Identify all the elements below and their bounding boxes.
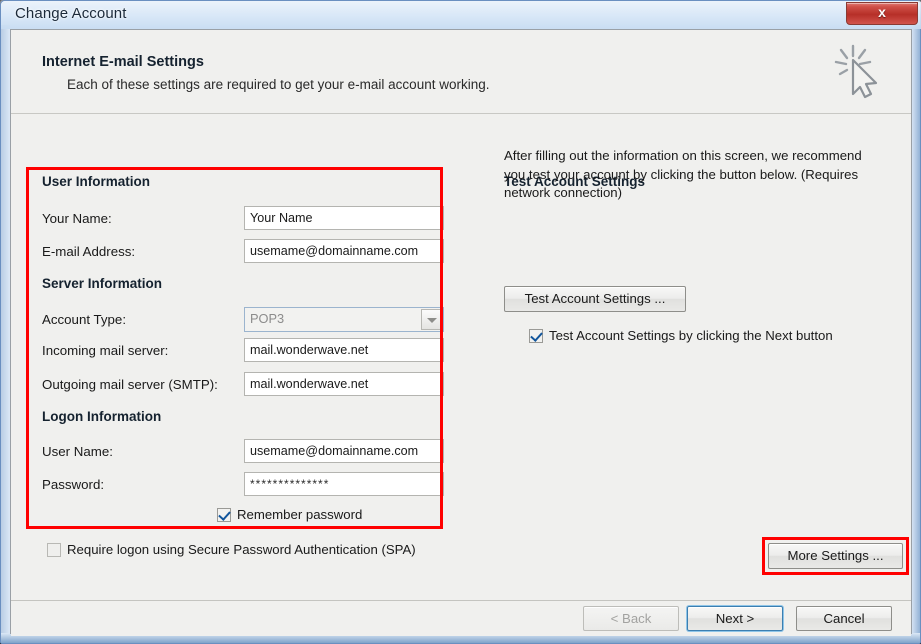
dialog-footer: < Back Next > Cancel [11, 600, 911, 636]
dialog-client-area: Internet E-mail Settings Each of these s… [10, 29, 912, 636]
close-icon: x [878, 4, 886, 20]
label-password: Password: [42, 477, 105, 492]
user-name-input[interactable] [244, 439, 444, 463]
account-type-select[interactable]: POP3 [244, 307, 444, 332]
label-account-type: Account Type: [42, 312, 127, 327]
email-address-input[interactable] [244, 239, 444, 263]
dialog-body: User Information Your Name: E-mail Addre… [11, 115, 911, 600]
change-account-dialog: Change Account x Internet E-mail Setting… [0, 0, 921, 644]
label-email-address: E-mail Address: [42, 244, 136, 259]
group-heading-user-information: User Information [42, 174, 151, 189]
back-button[interactable]: < Back [583, 606, 679, 631]
password-input[interactable] [244, 472, 444, 496]
test-account-settings-button[interactable]: Test Account Settings ... [504, 286, 686, 312]
label-your-name: Your Name: [42, 211, 112, 226]
dialog-header: Internet E-mail Settings Each of these s… [11, 30, 911, 114]
cursor-click-icon [834, 44, 878, 99]
page-subtitle: Each of these settings are required to g… [67, 77, 490, 92]
group-heading-server-information: Server Information [42, 276, 163, 291]
label-user-name: User Name: [42, 444, 113, 459]
window-title: Change Account [15, 5, 127, 22]
incoming-mail-server-input[interactable] [244, 338, 444, 362]
group-heading-logon-information: Logon Information [42, 409, 162, 424]
remember-password-checkbox[interactable] [217, 508, 231, 522]
chevron-down-icon[interactable] [421, 309, 442, 330]
label-outgoing-mail-server: Outgoing mail server (SMTP): [42, 377, 218, 392]
test-account-description: After filling out the information on thi… [504, 148, 862, 200]
next-button[interactable]: Next > [687, 606, 783, 631]
remember-password-label: Remember password [237, 507, 363, 522]
spa-label: Require logon using Secure Password Auth… [67, 542, 416, 557]
your-name-input[interactable] [244, 206, 444, 230]
page-title: Internet E-mail Settings [42, 54, 204, 70]
cancel-button[interactable]: Cancel [796, 606, 892, 631]
title-bar[interactable]: Change Account x [1, 1, 921, 29]
spa-checkbox[interactable] [47, 543, 61, 557]
window-frame-left [1, 25, 10, 643]
more-settings-button[interactable]: More Settings ... [768, 543, 903, 569]
account-type-value: POP3 [250, 311, 285, 326]
window-frame-right [911, 25, 920, 643]
close-button[interactable]: x [846, 2, 918, 25]
outgoing-mail-server-input[interactable] [244, 372, 444, 396]
label-incoming-mail-server: Incoming mail server: [42, 343, 169, 358]
test-on-next-label: Test Account Settings by clicking the Ne… [549, 328, 833, 343]
test-on-next-checkbox[interactable] [529, 329, 543, 343]
